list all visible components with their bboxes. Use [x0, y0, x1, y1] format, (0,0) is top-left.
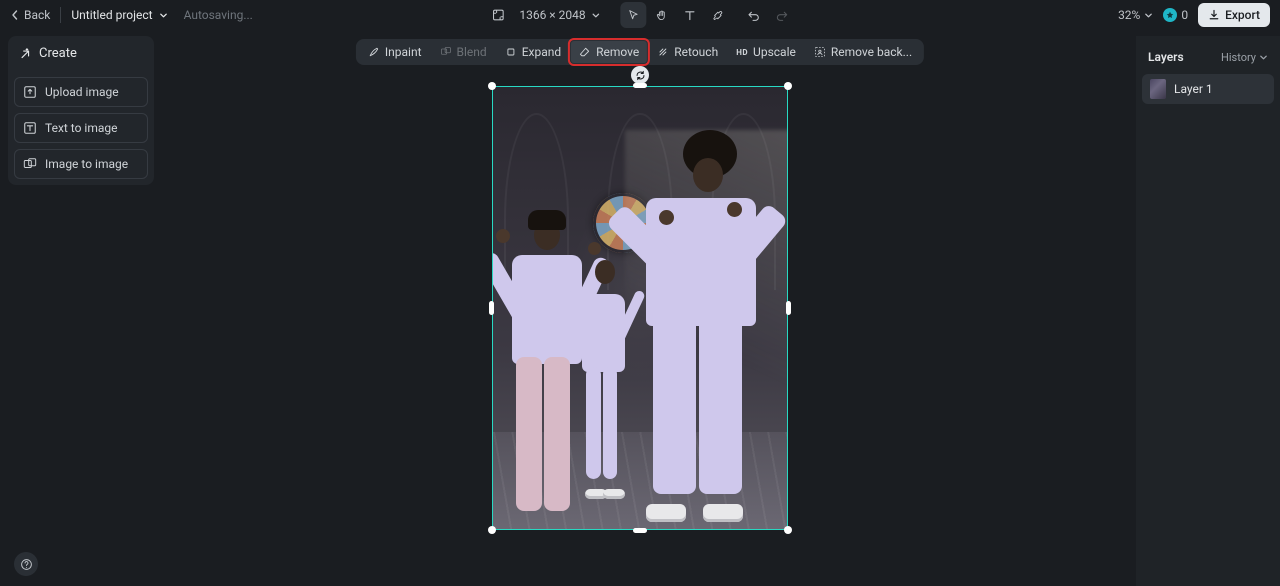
remove-tool[interactable]: Remove: [571, 41, 647, 63]
handle-right[interactable]: [786, 301, 791, 315]
blend-label: Blend: [457, 45, 487, 59]
handle-top[interactable]: [633, 83, 647, 88]
eraser-icon: [579, 46, 591, 58]
hand-tool[interactable]: [649, 2, 675, 28]
retouch-icon: [657, 46, 669, 58]
undo-button[interactable]: [741, 2, 767, 28]
chevron-down-icon: [159, 11, 168, 20]
layer-row[interactable]: Layer 1: [1142, 74, 1274, 104]
layer-label: Layer 1: [1174, 82, 1213, 96]
hd-icon: HD: [736, 48, 748, 57]
aspect-icon: [491, 8, 505, 22]
inpaint-icon: [368, 46, 380, 58]
layers-panel: Layers History Layer 1: [1136, 36, 1280, 586]
image-to-image-label: Image to image: [45, 157, 128, 171]
history-dropdown[interactable]: History: [1221, 51, 1268, 64]
download-icon: [1208, 9, 1220, 21]
create-plus-icon: [18, 47, 31, 60]
text-icon: [683, 9, 696, 22]
blend-icon: [440, 46, 452, 58]
project-name-dropdown[interactable]: Untitled project: [71, 8, 167, 22]
upload-image-icon: [23, 85, 37, 99]
help-icon: [20, 558, 33, 571]
text-to-image-icon: [23, 121, 37, 135]
top-bar: Back Untitled project Autosaving... 1366…: [0, 0, 1280, 30]
redo-button[interactable]: [769, 2, 795, 28]
zoom-value: 32%: [1118, 8, 1140, 22]
expand-tool[interactable]: Expand: [497, 41, 569, 63]
credits-value: 0: [1181, 8, 1188, 22]
create-panel: Create Upload image Text to image Image …: [8, 36, 154, 185]
inpaint-label: Inpaint: [385, 45, 422, 59]
blend-tool: Blend: [432, 41, 495, 63]
remove-background-tool[interactable]: Remove back...: [806, 41, 920, 63]
image-to-image-button[interactable]: Image to image: [14, 149, 148, 179]
upscale-tool[interactable]: HD Upscale: [728, 41, 804, 63]
autosave-status: Autosaving...: [184, 8, 253, 22]
dimensions-text: 1366 × 2048: [519, 8, 585, 22]
eyedropper-icon: [711, 9, 724, 22]
help-button[interactable]: [14, 552, 38, 576]
expand-label: Expand: [522, 45, 561, 59]
image-to-image-icon: [23, 157, 37, 171]
retouch-label: Retouch: [674, 45, 718, 59]
retouch-tool[interactable]: Retouch: [649, 41, 726, 63]
selection-outline: [492, 86, 788, 530]
text-to-image-button[interactable]: Text to image: [14, 113, 148, 143]
handle-bottom-right[interactable]: [784, 526, 792, 534]
refresh-icon: [635, 70, 646, 81]
remove-bg-icon: [814, 46, 826, 58]
project-name: Untitled project: [71, 8, 152, 22]
edit-toolbar: Inpaint Blend Expand Remove Retouch HD U…: [356, 39, 924, 65]
credit-icon: [1163, 8, 1177, 22]
pointer-tool[interactable]: [621, 2, 647, 28]
handle-bottom[interactable]: [633, 528, 647, 533]
create-title: Create: [39, 46, 77, 61]
upload-image-button[interactable]: Upload image: [14, 77, 148, 107]
undo-icon: [747, 9, 760, 22]
pointer-icon: [627, 9, 640, 22]
back-label: Back: [24, 8, 50, 22]
create-header[interactable]: Create: [8, 36, 154, 71]
inpaint-tool[interactable]: Inpaint: [360, 41, 430, 63]
back-button[interactable]: Back: [10, 8, 50, 22]
handle-bottom-left[interactable]: [488, 526, 496, 534]
chevron-down-icon: [592, 11, 601, 20]
credits-indicator[interactable]: 0: [1163, 8, 1188, 22]
handle-top-left[interactable]: [488, 82, 496, 90]
canvas-selection[interactable]: [492, 86, 788, 530]
upload-image-label: Upload image: [45, 85, 119, 99]
redo-icon: [775, 9, 788, 22]
remove-label: Remove: [596, 45, 639, 59]
text-tool[interactable]: [677, 2, 703, 28]
layers-title: Layers: [1148, 50, 1184, 64]
history-label: History: [1221, 51, 1256, 64]
text-to-image-label: Text to image: [45, 121, 118, 135]
handle-left[interactable]: [489, 301, 494, 315]
chevron-left-icon: [10, 10, 20, 20]
zoom-dropdown[interactable]: 32%: [1118, 8, 1153, 22]
export-button[interactable]: Export: [1198, 3, 1270, 27]
handle-top-right[interactable]: [784, 82, 792, 90]
regenerate-button[interactable]: [631, 66, 649, 84]
chevron-down-icon: [1144, 11, 1153, 20]
chevron-down-icon: [1259, 53, 1268, 62]
expand-icon: [505, 46, 517, 58]
layer-thumbnail: [1150, 79, 1166, 99]
export-label: Export: [1225, 8, 1260, 22]
remove-bg-label: Remove back...: [831, 45, 912, 59]
divider: [60, 7, 61, 23]
hand-icon: [655, 9, 668, 22]
eyedropper-tool[interactable]: [705, 2, 731, 28]
dimensions-dropdown[interactable]: 1366 × 2048: [519, 8, 600, 22]
crop-aspect-button[interactable]: [485, 2, 511, 28]
upscale-label: Upscale: [753, 45, 796, 59]
